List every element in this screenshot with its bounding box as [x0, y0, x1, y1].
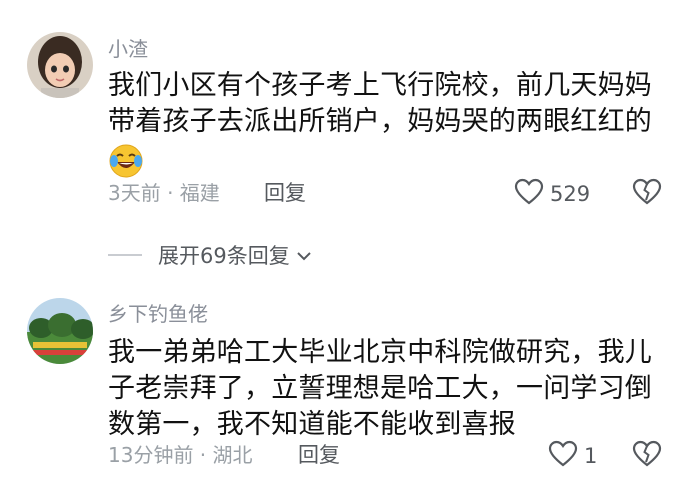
- heart-icon: [514, 178, 544, 210]
- dislike-button[interactable]: [632, 440, 662, 472]
- like-count: 1: [584, 444, 598, 468]
- like-button[interactable]: 529: [514, 178, 590, 210]
- chevron-down-icon: [296, 243, 312, 267]
- broken-heart-icon: [632, 440, 662, 472]
- like-count: 529: [550, 182, 591, 206]
- comment-username[interactable]: 小渣: [108, 37, 148, 61]
- comment-text-line: 子老崇拜了，立誓理想是哈工大，一问学习倒: [108, 373, 652, 404]
- expand-divider: [108, 254, 142, 256]
- avatar[interactable]: [27, 32, 93, 98]
- reply-button[interactable]: 回复: [298, 443, 340, 467]
- expand-replies-button[interactable]: 展开69条回复: [158, 240, 312, 270]
- comment-text-line: 我一弟弟哈工大毕业北京中科院做研究，我儿: [108, 337, 652, 368]
- reply-button[interactable]: 回复: [264, 181, 306, 205]
- comment-text: 我一弟弟哈工大毕业北京中科院做研究，我儿 子老崇拜了，立誓理想是哈工大，一问学习…: [108, 335, 653, 443]
- comment-text-line: 数第一，我不知道能不能收到喜报: [108, 409, 516, 440]
- comment-text-line: 带着孩子去派出所销户，妈妈哭的两眼红红的: [108, 106, 652, 137]
- broken-heart-icon: [632, 178, 662, 210]
- comment-username[interactable]: 乡下钓鱼佬: [108, 302, 208, 326]
- heart-icon: [548, 440, 578, 472]
- like-button[interactable]: 1: [548, 440, 597, 472]
- expand-replies-label: 展开69条回复: [158, 244, 290, 268]
- dislike-button[interactable]: [632, 178, 662, 210]
- comment-meta: 13分钟前 · 湖北: [108, 443, 253, 467]
- comment-text: 我们小区有个孩子考上飞行院校，前几天妈妈 带着孩子去派出所销户，妈妈哭的两眼红红…: [108, 68, 653, 181]
- comment-text-line: 我们小区有个孩子考上飞行院校，前几天妈妈: [108, 70, 652, 101]
- comment-meta: 3天前 · 福建: [108, 181, 220, 205]
- avatar[interactable]: [27, 298, 93, 364]
